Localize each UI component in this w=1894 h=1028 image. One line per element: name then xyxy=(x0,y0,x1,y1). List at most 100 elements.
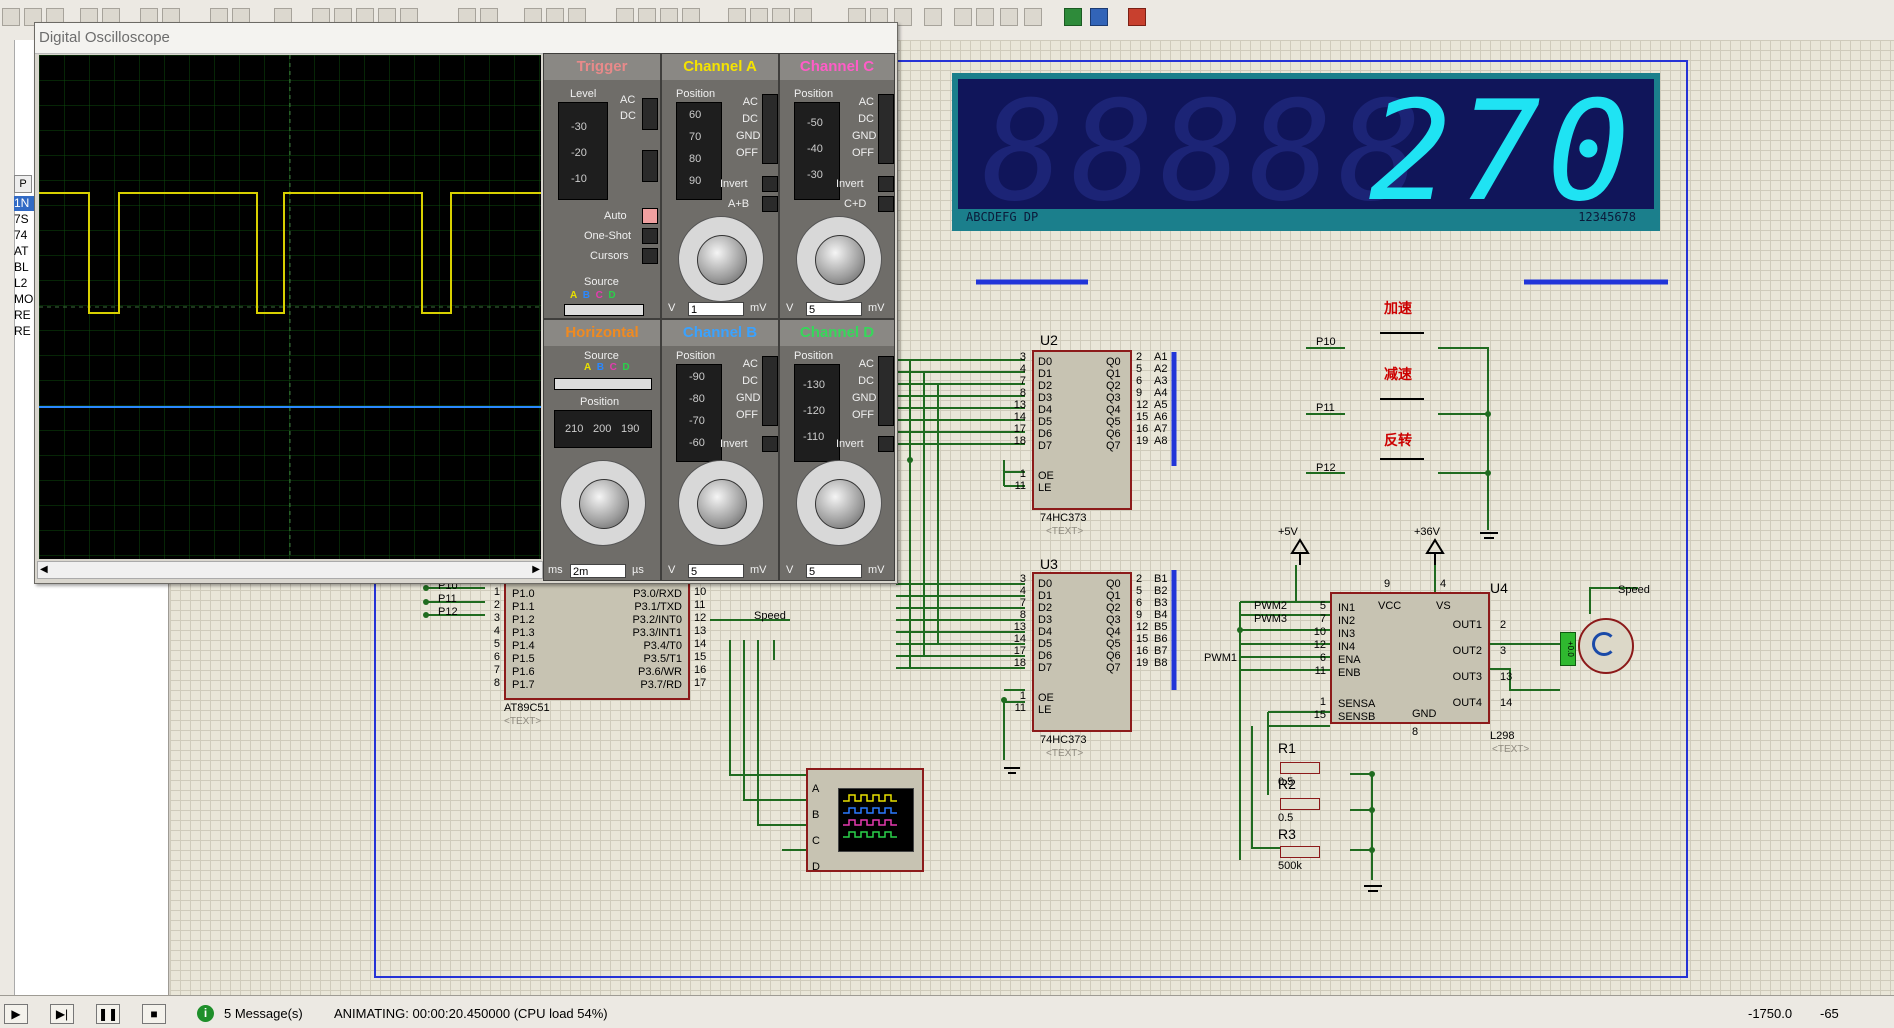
channel-b-invert-toggle[interactable] xyxy=(762,436,778,452)
horizontal-position-slider[interactable]: 210 200 190 xyxy=(554,410,652,448)
trigger-title: Trigger xyxy=(544,54,660,80)
channel-a-position-slider[interactable]: 60 70 80 90 xyxy=(676,102,722,200)
message-count[interactable]: 5 Message(s) xyxy=(224,1006,303,1021)
channel-a-invert-toggle[interactable] xyxy=(762,176,778,192)
dc-motor[interactable] xyxy=(1578,618,1634,674)
channel-b-title: Channel B xyxy=(662,320,778,346)
scope-instrument[interactable]: ABCD xyxy=(806,768,924,873)
oscilloscope-window[interactable]: Digital Oscilloscope ◀ ▶ Trigger Level -… xyxy=(34,22,898,584)
u3-chip[interactable]: D0 D1 D2 D3 D4 D5 D6 D7 Q0 Q1 Q2 Q3 Q4 Q5 Q6 Q7 OE L… xyxy=(1032,572,1132,732)
channel-c-position-label: Position xyxy=(794,88,834,100)
sheet-goto-icon[interactable] xyxy=(1000,8,1018,26)
l298-sense-labels: SENSA SENSB xyxy=(1338,698,1376,723)
u3-ctrl-pin-numbers: 1 11 xyxy=(1014,690,1026,714)
channel-d-scale-knob[interactable] xyxy=(815,479,865,529)
channel-b-scale-value[interactable]: 5 xyxy=(688,564,744,578)
u2-text: <TEXT> xyxy=(1046,526,1084,537)
device-list-item[interactable]: 7S xyxy=(14,212,34,227)
scope-thumbnail xyxy=(838,788,914,852)
u2-ref: U2 xyxy=(1040,332,1058,348)
channel-c-coupling-switch[interactable] xyxy=(878,94,894,164)
lcd-unlit-digits: 88888 xyxy=(982,71,1428,232)
scroll-left-icon[interactable]: ◀ xyxy=(40,564,48,575)
motor-rotation-icon xyxy=(1592,632,1616,656)
stop-button[interactable]: ■ xyxy=(142,1004,166,1024)
channel-a-invert: Invert xyxy=(720,178,748,190)
oscilloscope-title: Digital Oscilloscope xyxy=(39,29,170,46)
oscilloscope-scrollbar[interactable]: ◀ ▶ xyxy=(37,561,543,579)
horizontal-scale-dial xyxy=(560,460,646,546)
channel-a-panel: Channel A Position 60 70 80 90 AC DC GND O… xyxy=(661,53,779,319)
channel-d-invert-toggle[interactable] xyxy=(878,436,894,452)
trigger-edge-switch[interactable] xyxy=(642,150,658,182)
trigger-coupling-switch[interactable] xyxy=(642,98,658,130)
device-list-item[interactable]: 1N xyxy=(14,196,34,211)
channel-c-scale-knob[interactable] xyxy=(815,235,865,285)
channel-a-combine-toggle[interactable] xyxy=(762,196,778,212)
device-list-item[interactable]: 74 xyxy=(14,228,34,243)
channel-c-invert-toggle[interactable] xyxy=(878,176,894,192)
pause-button[interactable]: ❚❚ xyxy=(96,1004,120,1024)
r3-resistor[interactable] xyxy=(1280,846,1320,858)
device-list-item[interactable]: BL xyxy=(14,260,34,275)
electrical-rule-icon[interactable] xyxy=(1064,8,1082,26)
horizontal-scale-knob[interactable] xyxy=(579,479,629,529)
horizontal-unit-us: µs xyxy=(632,564,644,576)
auto-toggle[interactable] xyxy=(642,208,658,224)
channel-b-scale-knob[interactable] xyxy=(697,479,747,529)
device-list-item[interactable]: RE xyxy=(14,324,34,339)
u2-outputs: Q0 Q1 Q2 Q3 Q4 Q5 Q6 Q7 xyxy=(1106,356,1121,452)
trigger-source-slider[interactable] xyxy=(564,304,644,316)
scroll-right-icon[interactable]: ▶ xyxy=(532,564,540,575)
cursors-toggle[interactable] xyxy=(642,248,658,264)
seven-segment-display[interactable]: 88888 270 ABCDEFG DP 12345678 xyxy=(952,71,1660,232)
accelerate-button[interactable] xyxy=(1380,332,1424,350)
bom-icon[interactable] xyxy=(954,8,972,26)
r1-resistor[interactable] xyxy=(1280,762,1320,774)
channel-a-scale-knob[interactable] xyxy=(697,235,747,285)
channel-c-combine-toggle[interactable] xyxy=(878,196,894,212)
u2-in-pin-numbers: 3478 13 14 17 18 xyxy=(1013,351,1026,447)
play-button[interactable]: ▶ xyxy=(4,1004,28,1024)
oneshot-toggle[interactable] xyxy=(642,228,658,244)
channel-a-position-label: Position xyxy=(676,88,716,100)
netlist-icon[interactable] xyxy=(976,8,994,26)
trigger-level-slider[interactable]: -30 -20 -10 xyxy=(558,102,608,200)
horizontal-source-slider[interactable] xyxy=(554,378,652,390)
channel-a-scale-value[interactable]: 1 xyxy=(688,302,744,316)
device-list-item[interactable]: L2 xyxy=(14,276,34,291)
decelerate-button[interactable] xyxy=(1380,398,1424,416)
step-button[interactable]: ▶| xyxy=(50,1004,74,1024)
channel-d-title: Channel D xyxy=(780,320,894,346)
info-icon[interactable]: i xyxy=(197,1005,214,1022)
ares-icon[interactable] xyxy=(1128,8,1146,26)
l298-chip[interactable]: IN1 IN2 IN3 IN4 ENA ENB SENSA SENSB VCC VS OU… xyxy=(1330,592,1490,724)
mcu-p3-pin-numbers: 10 11 12 13 14 15 16 17 xyxy=(694,586,707,689)
reverse-button[interactable] xyxy=(1380,458,1424,476)
new-file-icon[interactable] xyxy=(2,8,20,26)
channel-b-coupling-switch[interactable] xyxy=(762,356,778,426)
motor-reading: +0.0 xyxy=(1560,632,1576,666)
pick-devices-button[interactable]: P xyxy=(14,175,32,193)
channel-c-scale-value[interactable]: 5 xyxy=(806,302,862,316)
device-list-item[interactable]: AT xyxy=(14,244,34,259)
trigger-level-label: Level xyxy=(570,88,597,100)
channel-b-position-slider[interactable]: -90 -80 -70 -60 xyxy=(676,364,722,462)
design-explorer-icon[interactable] xyxy=(1024,8,1042,26)
channel-c-position-slider[interactable]: -50 -40 -30 xyxy=(794,102,840,200)
oscilloscope-titlebar[interactable]: Digital Oscilloscope xyxy=(35,23,897,54)
netlist-transfer-icon[interactable] xyxy=(1090,8,1108,26)
channel-a-coupling-switch[interactable] xyxy=(762,94,778,164)
new-sheet-icon[interactable] xyxy=(924,8,942,26)
mcu-chip[interactable]: P1.0 P1.1 P1.2 P1.3 P1.4 P1.5 P1.6 P1.7 P3.0/R… xyxy=(504,580,690,700)
u2-chip[interactable]: D0 D1 D2 D3 D4 D5 D6 D7 Q0 Q1 Q2 Q3 Q4 Q5 Q6 Q7 OE L… xyxy=(1032,350,1132,510)
channel-d-position-slider[interactable]: -130 -120 -110 xyxy=(794,364,840,462)
horizontal-scale-value[interactable]: 2m xyxy=(570,564,626,578)
r2-resistor[interactable] xyxy=(1280,798,1320,810)
device-list-item[interactable]: RE xyxy=(14,308,34,323)
power-36v: +36V xyxy=(1414,526,1440,538)
channel-d-coupling-switch[interactable] xyxy=(878,356,894,426)
u2-out-pin-numbers: 2569 12 15 16 19 xyxy=(1136,351,1149,447)
device-list-item[interactable]: MO xyxy=(14,292,34,307)
channel-d-scale-value[interactable]: 5 xyxy=(806,564,862,578)
